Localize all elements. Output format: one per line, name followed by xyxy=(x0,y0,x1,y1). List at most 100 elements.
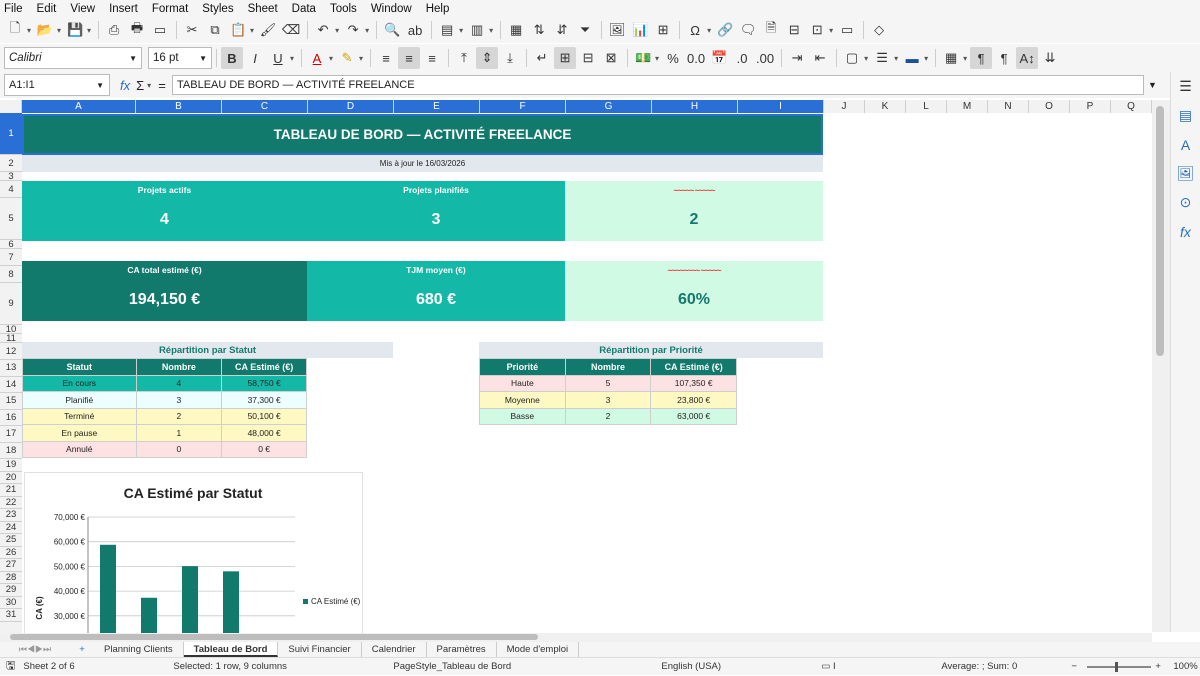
borders-icon[interactable]: ▢ xyxy=(841,47,863,69)
row-header[interactable]: 26 xyxy=(0,547,22,559)
tab-mode-emploi[interactable]: Mode d'emploi xyxy=(497,642,580,657)
properties-icon[interactable]: ▤ xyxy=(1171,101,1200,130)
gallery-icon[interactable]: 🖼 xyxy=(1171,159,1200,188)
column-header[interactable]: D xyxy=(308,100,394,113)
table-cell[interactable]: Haute xyxy=(479,374,566,392)
row-header[interactable]: 30 xyxy=(0,597,22,609)
chart-bar[interactable] xyxy=(223,571,239,633)
chart-bar[interactable] xyxy=(100,544,116,633)
navigator-icon[interactable]: ⊙ xyxy=(1171,188,1200,217)
column-header[interactable]: K xyxy=(865,100,906,113)
align-top-icon[interactable]: ⤒ xyxy=(453,47,475,69)
row-header[interactable]: 31 xyxy=(0,609,22,622)
tab-suivi-financier[interactable]: Suivi Financier xyxy=(278,642,362,657)
table-cell[interactable]: En cours xyxy=(22,374,137,392)
menu-item-tools[interactable]: Tools xyxy=(330,3,357,15)
zoom-out-icon[interactable]: − xyxy=(1071,661,1083,672)
copy-icon[interactable]: ⧉ xyxy=(204,19,226,41)
tab-parametres[interactable]: Paramètres xyxy=(427,642,497,657)
row-header[interactable]: 7 xyxy=(0,249,22,266)
delete-decimal-icon[interactable]: .00 xyxy=(754,47,776,69)
row-header[interactable]: 2 xyxy=(0,155,22,172)
decrease-indent-icon[interactable]: ⇤ xyxy=(809,47,831,69)
table-cell[interactable]: 4 xyxy=(135,374,223,392)
formula-equals-icon[interactable]: = xyxy=(158,78,166,93)
menu-item-edit[interactable]: Edit xyxy=(37,3,57,15)
column-header[interactable]: B xyxy=(136,100,222,113)
align-center-icon[interactable]: ≡ xyxy=(398,47,421,69)
column-header[interactable]: A xyxy=(22,100,136,113)
merge-cells-icon[interactable]: ⊟ xyxy=(577,47,599,69)
menu-item-styles[interactable]: Styles xyxy=(202,3,233,15)
align-middle-icon[interactable]: ⇕ xyxy=(476,47,499,69)
sidebar-menu-icon[interactable]: ☰ xyxy=(1171,72,1200,101)
sum-icon[interactable]: Σ xyxy=(136,78,144,93)
sort-descending-icon[interactable]: ⇵ xyxy=(551,19,573,41)
row-header[interactable]: 11 xyxy=(0,333,22,344)
column-icon[interactable]: ▥ xyxy=(466,19,488,41)
select-all-corner[interactable] xyxy=(0,100,22,113)
underline-icon[interactable]: U xyxy=(267,47,289,69)
functions-icon[interactable]: fx xyxy=(1171,217,1200,246)
chart-bar[interactable] xyxy=(141,597,157,633)
cut-icon[interactable]: ✂ xyxy=(181,19,203,41)
date-format-icon[interactable]: 📅 xyxy=(708,47,730,69)
percent-format-icon[interactable]: % xyxy=(662,47,684,69)
row-header[interactable]: 21 xyxy=(0,484,22,497)
row-header[interactable]: 4 xyxy=(0,181,22,198)
table-cell[interactable]: 48,000 € xyxy=(221,424,307,442)
table-cell[interactable]: 3 xyxy=(564,391,652,409)
highlight-color-icon[interactable]: ✎ xyxy=(336,47,358,69)
split-window-icon[interactable]: ▭ xyxy=(836,19,858,41)
function-wizard-icon[interactable]: fx xyxy=(120,78,130,93)
special-character-icon[interactable]: Ω xyxy=(684,19,706,41)
document-modified-icon[interactable]: 🖫 xyxy=(6,657,15,676)
sort-ascending-icon[interactable]: ⇅ xyxy=(528,19,550,41)
expand-formula-icon[interactable]: ▼ xyxy=(1148,80,1157,90)
menu-item-window[interactable]: Window xyxy=(371,3,412,15)
define-print-area-icon[interactable]: ⊟ xyxy=(783,19,805,41)
column-header[interactable]: G xyxy=(566,100,652,113)
align-bottom-icon[interactable]: ⤓ xyxy=(499,47,521,69)
menu-item-data[interactable]: Data xyxy=(292,3,316,15)
headers-icon[interactable]: ▦ xyxy=(505,19,527,41)
horizontal-scroll-thumb[interactable] xyxy=(10,634,538,640)
table-cell[interactable]: 58,750 € xyxy=(221,374,307,392)
print-icon[interactable]: 🖶 xyxy=(126,19,148,41)
spreadsheet-grid[interactable]: TABLEAU DE BORD — ACTIVITÉ FREELANCE Mis… xyxy=(22,113,1152,633)
row-header[interactable]: 18 xyxy=(0,443,22,459)
row-header[interactable]: 9 xyxy=(0,283,22,325)
font-color-icon[interactable]: A xyxy=(306,47,328,69)
insert-chart-icon[interactable]: 📊 xyxy=(629,19,651,41)
table-cell[interactable]: 107,350 € xyxy=(650,374,737,392)
open-folder-icon[interactable]: 📂 xyxy=(34,19,56,41)
comment-icon[interactable]: 🗨 xyxy=(737,19,759,41)
table-cell[interactable]: Terminé xyxy=(22,407,137,425)
row-header[interactable]: 3 xyxy=(0,171,22,182)
insert-image-icon[interactable]: 🖼 xyxy=(606,19,628,41)
table-cell[interactable]: Moyenne xyxy=(479,391,566,409)
revenue-chart[interactable]: CA Estimé par Statut CA (€) 70,000 € 60,0… xyxy=(24,472,363,633)
menu-item-format[interactable]: Format xyxy=(152,3,188,15)
vertical-text-icon[interactable]: A↕ xyxy=(1016,47,1039,69)
column-header[interactable]: C xyxy=(222,100,308,113)
row-header[interactable]: 27 xyxy=(0,559,22,572)
menu-item-help[interactable]: Help xyxy=(426,3,450,15)
merge-center-icon[interactable]: ⊞ xyxy=(554,47,577,69)
align-right-icon[interactable]: ≡ xyxy=(421,47,443,69)
table-cell[interactable]: 0 € xyxy=(221,440,307,458)
table-cell[interactable]: En pause xyxy=(22,424,137,442)
column-header[interactable]: N xyxy=(988,100,1029,113)
row-header[interactable]: 13 xyxy=(0,360,22,377)
print-preview-icon[interactable]: ▭ xyxy=(149,19,171,41)
column-header[interactable]: L xyxy=(906,100,947,113)
row-header[interactable]: 20 xyxy=(0,472,22,484)
table-cell[interactable]: Basse xyxy=(479,407,566,425)
tab-navigation-icon[interactable]: ⏮◀▶⏭ xyxy=(0,642,70,657)
formula-input[interactable]: TABLEAU DE BORD — ACTIVITÉ FREELANCE xyxy=(172,75,1144,95)
column-header[interactable]: O xyxy=(1029,100,1070,113)
column-header[interactable]: H xyxy=(652,100,738,113)
column-header[interactable]: P xyxy=(1070,100,1111,113)
table-cell[interactable]: 5 xyxy=(564,374,652,392)
row-header[interactable]: 28 xyxy=(0,572,22,584)
